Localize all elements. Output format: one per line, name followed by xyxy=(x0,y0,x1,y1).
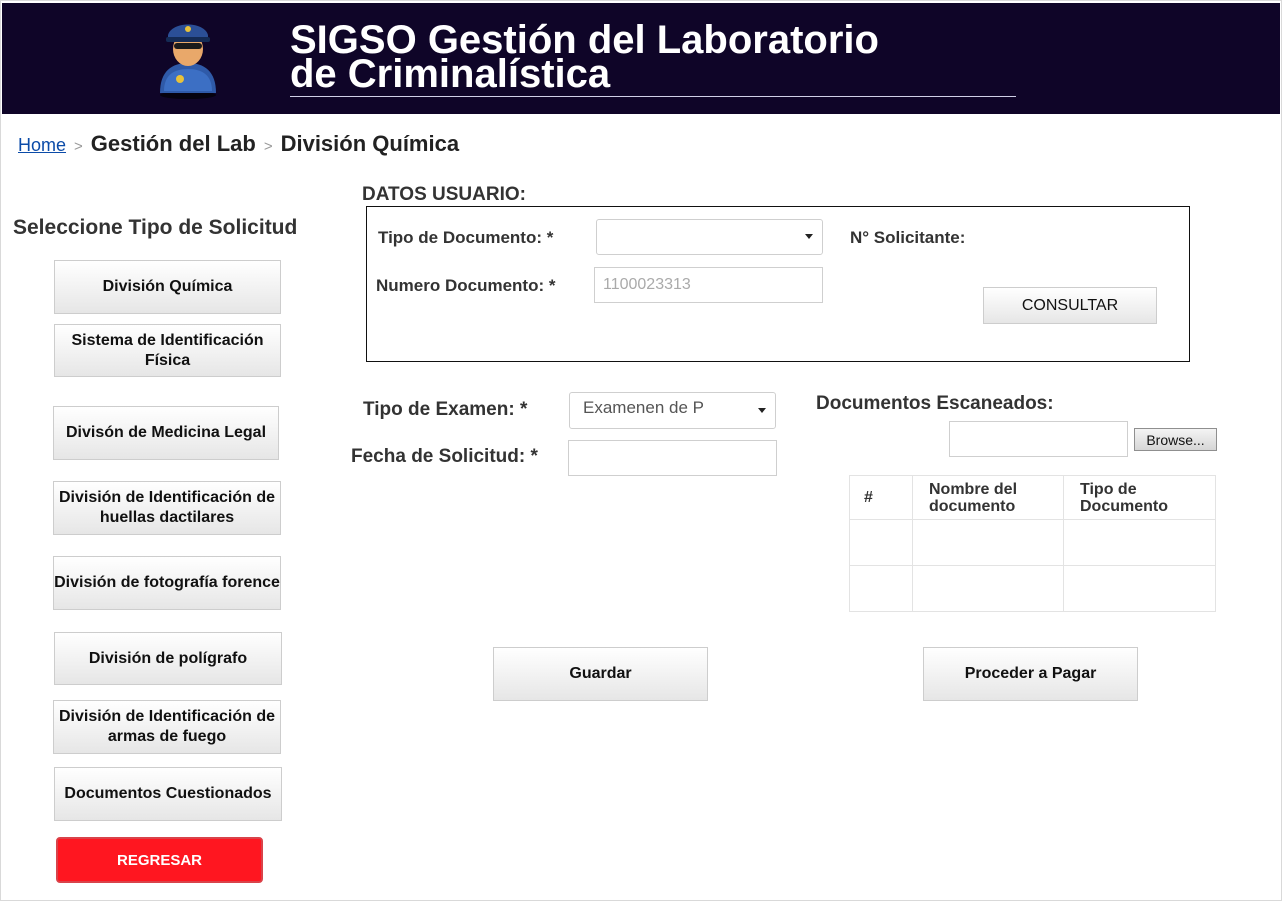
scanned-docs-label: Documentos Escaneados: xyxy=(816,393,1054,414)
table-cell xyxy=(849,519,913,566)
column-header-number: # xyxy=(849,475,913,520)
documentos-cuestionados-button[interactable]: Documentos Cuestionados xyxy=(54,767,282,821)
armas-de-fuego-button[interactable]: División de Identificación de armas de f… xyxy=(53,700,281,754)
datos-usuario-title: DATOS USUARIO: xyxy=(362,184,526,205)
table-cell xyxy=(1063,519,1216,566)
table-cell xyxy=(1063,565,1216,612)
poligrafo-button[interactable]: División de polígrafo xyxy=(54,632,282,685)
file-path-input[interactable] xyxy=(949,421,1128,457)
doc-number-label: Numero Documento: * xyxy=(376,276,556,295)
chevron-down-icon xyxy=(758,407,766,413)
identificacion-fisica-button[interactable]: Sistema de Identificación Física xyxy=(54,324,281,377)
regresar-button[interactable]: REGRESAR xyxy=(56,837,263,883)
table-header-row: # Nombre del documento Tipo de Documento xyxy=(849,475,1216,520)
chevron-down-icon xyxy=(805,234,813,239)
app-title: SIGSO Gestión del Laboratorio de Crimina… xyxy=(290,20,1016,97)
request-date-input[interactable] xyxy=(568,440,777,476)
sidebar-title: Seleccione Tipo de Solicitud xyxy=(13,216,298,239)
breadcrumb-home-link[interactable]: Home xyxy=(18,135,66,156)
doc-type-label: Tipo de Documento: * xyxy=(378,228,554,247)
doc-type-select[interactable] xyxy=(596,219,823,255)
consultar-button[interactable]: CONSULTAR xyxy=(983,287,1157,324)
solicitante-label: N° Solicitante: xyxy=(850,228,966,247)
table-cell xyxy=(849,565,913,612)
column-header-doc-type: Tipo de Documento xyxy=(1063,475,1216,520)
breadcrumb: Home > Gestión del Lab > División Químic… xyxy=(18,131,459,161)
table-row xyxy=(849,519,1216,566)
fotografia-forence-button[interactable]: División de fotografía forence xyxy=(53,556,281,610)
breadcrumb-gestion-lab: Gestión del Lab xyxy=(90,131,256,156)
breadcrumb-separator: > xyxy=(263,138,273,155)
exam-type-value: Examenen de P xyxy=(583,398,704,417)
breadcrumb-current: División Química xyxy=(280,131,460,156)
browse-button[interactable]: Browse... xyxy=(1134,428,1217,451)
proceder-a-pagar-button[interactable]: Proceder a Pagar xyxy=(923,647,1138,701)
request-date-label: Fecha de Solicitud: * xyxy=(351,446,538,467)
app-header: SIGSO Gestión del Laboratorio de Crimina… xyxy=(2,3,1280,114)
division-quimica-button[interactable]: División Química xyxy=(54,260,281,314)
table-cell xyxy=(912,519,1064,566)
scanned-docs-table: # Nombre del documento Tipo de Documento xyxy=(849,475,1216,612)
column-header-doc-name: Nombre del documento xyxy=(912,475,1064,520)
breadcrumb-separator: > xyxy=(74,138,83,155)
exam-type-label: Tipo de Examen: * xyxy=(363,399,528,420)
table-row xyxy=(849,565,1216,612)
guardar-button[interactable]: Guardar xyxy=(493,647,708,701)
doc-number-input[interactable] xyxy=(594,267,823,303)
huellas-dactilares-button[interactable]: División de Identificación de huellas da… xyxy=(53,481,281,535)
exam-type-select[interactable]: Examenen de P xyxy=(569,392,776,429)
police-officer-icon xyxy=(152,13,224,99)
table-cell xyxy=(912,565,1064,612)
medicina-legal-button[interactable]: Divisón de Medicina Legal xyxy=(53,406,279,460)
app-title-line2: de Criminalística xyxy=(290,52,611,96)
